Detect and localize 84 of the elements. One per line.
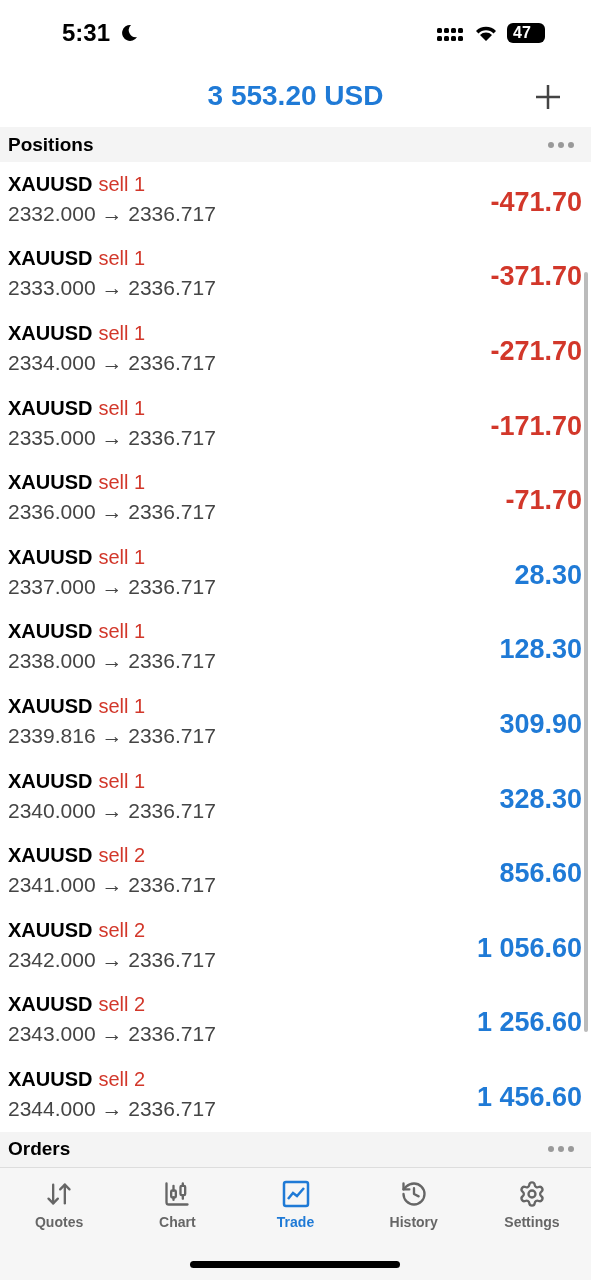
candlestick-icon: [163, 1179, 192, 1208]
symbol: XAUUSD: [8, 620, 93, 644]
symbol: XAUUSD: [8, 844, 93, 868]
wifi-icon: [475, 24, 497, 41]
profit-value: 856.60: [499, 858, 582, 890]
tab[interactable]: Quotes: [0, 1179, 119, 1230]
section-title: Orders: [8, 1138, 71, 1161]
profit-value: -271.70: [490, 336, 582, 367]
tab[interactable]: Settings: [472, 1179, 591, 1230]
price-range: 2334.000 → 2336.717: [8, 351, 216, 375]
position-row[interactable]: XAUUSD sell 1 2337.000 → 2336.717 28.30: [0, 534, 591, 610]
moon-icon: [120, 23, 139, 42]
price-range: 2335.000 → 2336.717: [8, 425, 216, 450]
symbol: XAUUSD: [8, 172, 93, 196]
trade-side: sell 1: [98, 620, 146, 644]
trade-side: sell 2: [98, 844, 146, 868]
trade-side: sell 1: [98, 396, 146, 420]
trade-side: sell 1: [98, 172, 146, 196]
price-range: 2339.816 → 2336.717: [8, 723, 216, 748]
profit-value: -71.70: [505, 485, 582, 517]
trade-side: sell 2: [98, 918, 146, 942]
profit-value: -471.70: [490, 186, 582, 218]
position-row[interactable]: XAUUSD sell 1 2336.000 → 2336.717 -71.70: [0, 460, 591, 535]
profit-value: 1 456.60: [476, 1081, 582, 1113]
position-row[interactable]: XAUUSD sell 2 2341.000 → 2336.717 856.60: [0, 833, 591, 908]
symbol: XAUUSD: [8, 694, 93, 718]
plus-icon[interactable]: [535, 84, 561, 110]
trade-side: sell 2: [98, 993, 146, 1017]
account-balance: 3 553.20 USD: [207, 80, 384, 112]
line-chart-icon: [281, 1179, 310, 1208]
more-icon[interactable]: [547, 140, 575, 149]
position-row[interactable]: XAUUSD sell 2 2342.000 → 2336.717 1 056.60: [0, 907, 591, 983]
profit-value: 128.30: [499, 634, 582, 666]
symbol: XAUUSD: [8, 247, 93, 271]
profit-value: -171.70: [490, 410, 582, 442]
price-range: 2333.000 → 2336.717: [8, 276, 216, 301]
position-row[interactable]: XAUUSD sell 1 2332.000 → 2336.717 -471.70: [0, 162, 591, 237]
trade-side: sell 1: [98, 322, 146, 345]
section-title: Positions: [8, 133, 94, 156]
symbol: XAUUSD: [8, 918, 93, 942]
profit-value: 1 056.60: [476, 932, 582, 964]
tab[interactable]: Chart: [118, 1179, 237, 1230]
symbol: XAUUSD: [8, 322, 93, 345]
trade-side: sell 1: [98, 471, 146, 495]
price-range: 2337.000 → 2336.717: [8, 574, 216, 599]
profit-value: 328.30: [499, 783, 582, 815]
symbol: XAUUSD: [8, 471, 93, 495]
price-range: 2338.000 → 2336.717: [8, 649, 216, 674]
price-range: 2336.000 → 2336.717: [8, 500, 216, 525]
trade-side: sell 2: [98, 1067, 146, 1091]
position-row[interactable]: XAUUSD sell 2 2344.000 → 2336.717 1 456.60: [0, 1057, 591, 1132]
symbol: XAUUSD: [8, 993, 93, 1017]
profit-value: 1 256.60: [476, 1007, 582, 1039]
symbol: XAUUSD: [8, 396, 93, 420]
position-row[interactable]: XAUUSD sell 1 2335.000 → 2336.717 -171.70: [0, 385, 591, 461]
settings-icon: [517, 1179, 546, 1208]
price-range: 2341.000 → 2336.717: [8, 873, 216, 898]
symbol: XAUUSD: [8, 769, 93, 793]
battery-level: 47: [507, 22, 545, 43]
position-row[interactable]: XAUUSD sell 1 2334.000 → 2336.717 -271.70: [0, 311, 591, 386]
symbol: XAUUSD: [8, 545, 93, 569]
position-row[interactable]: XAUUSD sell 1 2338.000 → 2336.717 128.30: [0, 609, 591, 685]
tab[interactable]: Trade: [236, 1179, 355, 1230]
position-row[interactable]: XAUUSD sell 1 2340.000 → 2336.717 328.30: [0, 758, 591, 834]
position-row[interactable]: XAUUSD sell 2 2343.000 → 2336.717 1 256.60: [0, 982, 591, 1058]
status-time: 5:31: [62, 18, 111, 47]
profit-value: 28.30: [514, 559, 582, 591]
trade-side: sell 1: [98, 247, 146, 271]
price-range: 2332.000 → 2336.717: [8, 201, 216, 226]
history-icon: [399, 1179, 428, 1208]
tab[interactable]: History: [354, 1179, 473, 1230]
position-row[interactable]: XAUUSD sell 1 2339.816 → 2336.717 309.90: [0, 684, 591, 759]
trade-side: sell 1: [98, 769, 146, 793]
position-row[interactable]: XAUUSD sell 1 2333.000 → 2336.717 -371.70: [0, 236, 591, 312]
price-range: 2344.000 → 2336.717: [8, 1096, 216, 1121]
more-icon[interactable]: [547, 1145, 575, 1154]
price-range: 2342.000 → 2336.717: [8, 947, 216, 972]
price-range: 2343.000 → 2336.717: [8, 1022, 216, 1047]
trade-side: sell 1: [98, 545, 146, 569]
profit-value: -371.70: [490, 261, 582, 293]
profit-value: 309.90: [499, 708, 582, 740]
trade-side: sell 1: [98, 694, 146, 718]
symbol: XAUUSD: [8, 1067, 93, 1091]
price-range: 2340.000 → 2336.717: [8, 798, 216, 823]
